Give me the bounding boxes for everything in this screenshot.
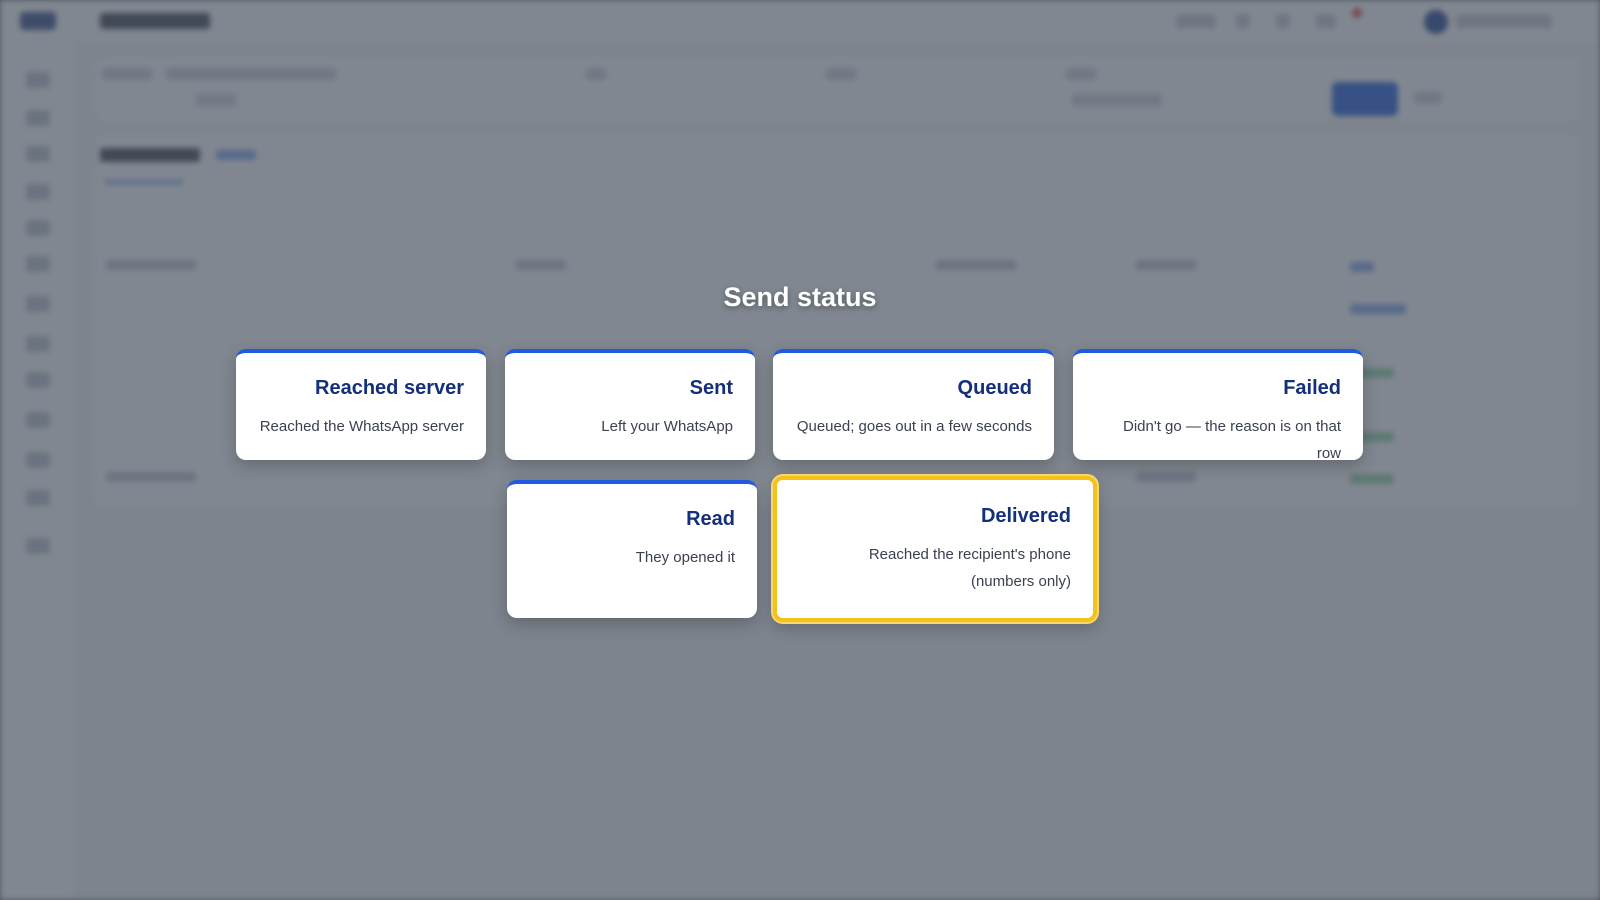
status-card-queued[interactable]: Queued Queued; goes out in a few seconds (773, 349, 1054, 460)
status-card-sent[interactable]: Sent Left your WhatsApp (505, 349, 755, 460)
status-card-description: Reached the recipient's phone (numbers o… (868, 546, 1071, 590)
status-card-title: Reached server (315, 377, 464, 399)
status-card-title: Failed (1283, 377, 1341, 399)
status-card-description: Queued; goes out in a few seconds (796, 418, 1032, 435)
status-card-delivered[interactable]: Delivered Reached the recipient's phone … (773, 476, 1097, 622)
status-card-failed[interactable]: Failed Didn't go — the reason is on that… (1073, 349, 1363, 462)
status-card-description: Reached the WhatsApp server (259, 418, 464, 435)
status-card-title: Delivered (980, 505, 1071, 527)
status-card-description: Didn't go — the reason is on that row (1123, 418, 1341, 462)
status-card-title: Read (686, 508, 735, 530)
status-card-description: They opened it (635, 549, 735, 566)
status-card-title: Queued (957, 377, 1032, 399)
status-card-read[interactable]: Read They opened it (507, 480, 757, 618)
overlay-title: Send status (723, 282, 877, 312)
status-card-reached-server[interactable]: Reached server Reached the WhatsApp serv… (236, 349, 486, 460)
status-card-title: Sent (689, 377, 733, 399)
status-card-description: Left your WhatsApp (601, 418, 733, 435)
